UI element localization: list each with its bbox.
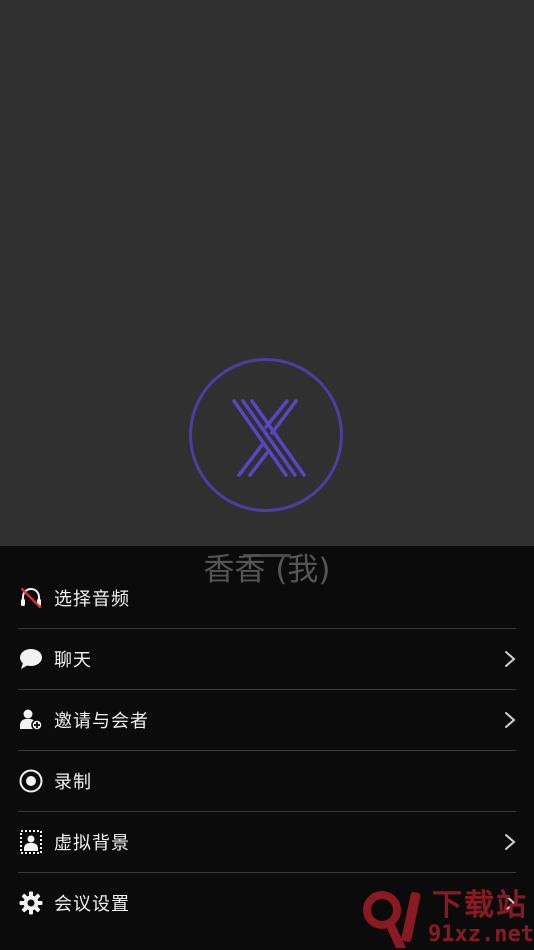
menu-item-label: 录制 <box>54 772 92 793</box>
menu-item-label: 会议设置 <box>54 894 130 915</box>
avatar-logo-icon <box>232 399 306 477</box>
options-menu: 选择音频 聊天 邀请与会者 录制 虚拟背景 会议设置 <box>18 568 516 933</box>
site-watermark: 下载站 91xz.net <box>362 888 534 950</box>
virtual-background-icon <box>18 829 44 855</box>
menu-item-label: 聊天 <box>54 650 92 671</box>
chevron-right-icon <box>505 834 516 850</box>
menu-item-label: 虚拟背景 <box>54 833 130 854</box>
watermark-text-bottom: 91xz.net <box>428 922 534 947</box>
participant-name: 香香 (我) <box>203 552 331 588</box>
menu-item-chat[interactable]: 聊天 <box>18 629 516 690</box>
menu-item-record[interactable]: 录制 <box>18 751 516 812</box>
add-user-icon <box>18 707 44 733</box>
chat-bubble-icon <box>18 646 44 672</box>
video-area[interactable] <box>0 0 534 546</box>
menu-item-virtual-background[interactable]: 虚拟背景 <box>18 812 516 873</box>
participant-avatar <box>189 358 343 512</box>
watermark-text-top: 下载站 <box>432 888 528 923</box>
chevron-right-icon <box>505 712 516 728</box>
watermark-logo-icon <box>363 891 421 948</box>
chevron-right-icon <box>505 651 516 667</box>
gear-icon <box>18 890 44 916</box>
meeting-screen: 香香 (我) 选择音频 聊天 邀请与会者 录制 虚拟背景 会议设置 下载站 91… <box>0 0 534 950</box>
menu-item-invite[interactable]: 邀请与会者 <box>18 690 516 751</box>
menu-item-label: 邀请与会者 <box>54 711 149 732</box>
record-icon <box>18 768 44 794</box>
